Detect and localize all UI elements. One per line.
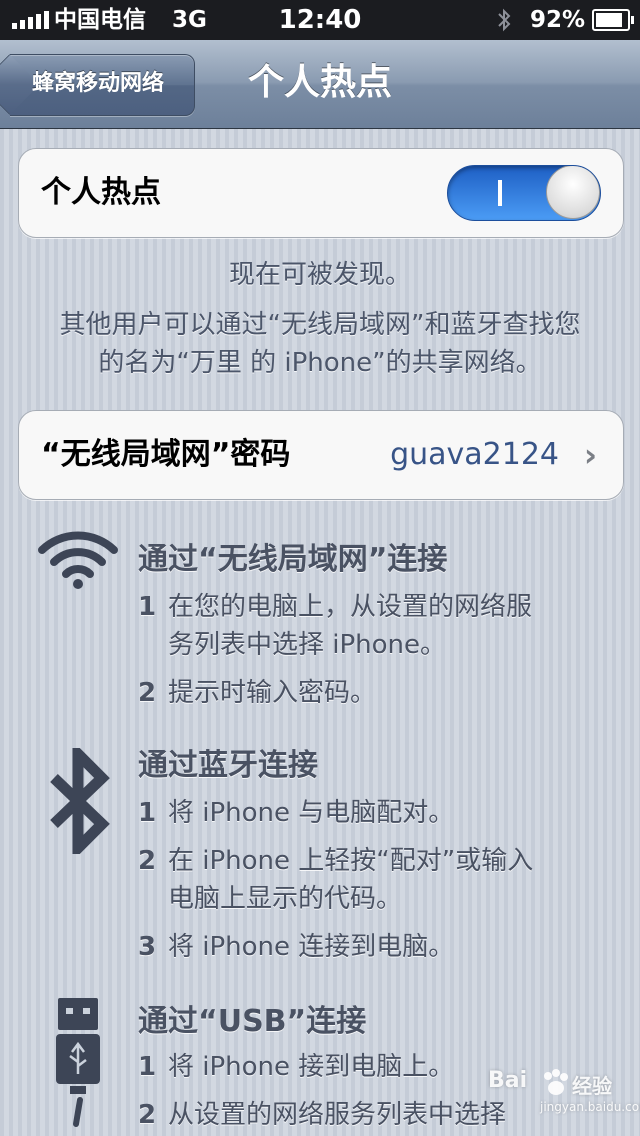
chevron-right-icon: › [583,436,597,474]
step-number: 1 [138,592,157,622]
battery-icon [592,9,634,31]
watermark-url: jingyan.baidu.com [540,1100,640,1114]
step-number: 2 [138,1100,157,1130]
step-number: 2 [138,678,157,708]
toggle-knob[interactable] [546,166,600,219]
step-number: 1 [138,1052,157,1082]
status-bar: 中国电信 3G 12:40 92% [0,0,640,40]
step-text: 务列表中选择 iPhone。 [168,630,447,660]
watermark-text: Bai [488,1068,528,1093]
step-text: 将 iPhone 与电脑配对。 [168,798,455,828]
wifi-password-value: guava2124 [390,437,559,472]
usb-icon [56,996,100,1132]
back-button[interactable]: 蜂窝移动网络 [10,54,195,116]
hotspot-cell: 个人热点 [18,148,624,238]
step-number: 2 [138,846,157,876]
step-text: 电脑上显示的代码。 [168,884,403,914]
toggle-on-mark [498,180,502,206]
bluetooth-section-title: 通过蓝牙连接 [138,748,318,783]
wifi-password-cell[interactable]: “无线局域网”密码 guava2124 › [18,410,624,500]
watermark-text-2: 经验 [572,1074,612,1098]
wifi-password-label: “无线局域网”密码 [41,437,291,472]
discoverable-note: 现在可被发现。 [228,260,411,290]
page-title: 个人热点 [247,62,392,103]
paw-icon [540,1068,570,1104]
hotspot-label: 个人热点 [41,175,161,210]
back-button-label: 蜂窝移动网络 [32,71,165,96]
usb-section-title: 通过“USB”连接 [138,1004,367,1039]
discovery-description-line1: 其他用户可以通过“无线局域网”和蓝牙查找您 [59,310,581,340]
step-text: 从设置的网络服务列表中选择 [168,1100,507,1130]
step-text: 在 iPhone 上轻按“配对”或输入 [168,846,534,876]
baidu-jingyan-watermark: Bai 经验 jingyan.baidu.com [488,1062,640,1126]
step-number: 3 [138,932,157,962]
step-text: 提示时输入密码。 [168,678,377,708]
step-number: 1 [138,798,157,828]
wifi-section-title: 通过“无线局域网”连接 [138,542,448,577]
discovery-description-line2: 的名为“万里 的 iPhone”的共享网络。 [98,348,542,378]
step-text: 将 iPhone 接到电脑上。 [168,1052,455,1082]
navigation-bar: 蜂窝移动网络 个人热点 [0,40,640,129]
hotspot-toggle[interactable] [447,165,601,221]
step-text: 在您的电脑上，从设置的网络服 [168,592,533,622]
battery-percent: 92% [530,7,586,33]
step-text: 将 iPhone 连接到电脑。 [168,932,455,962]
bluetooth-icon [48,740,110,862]
wifi-icon [38,530,118,594]
